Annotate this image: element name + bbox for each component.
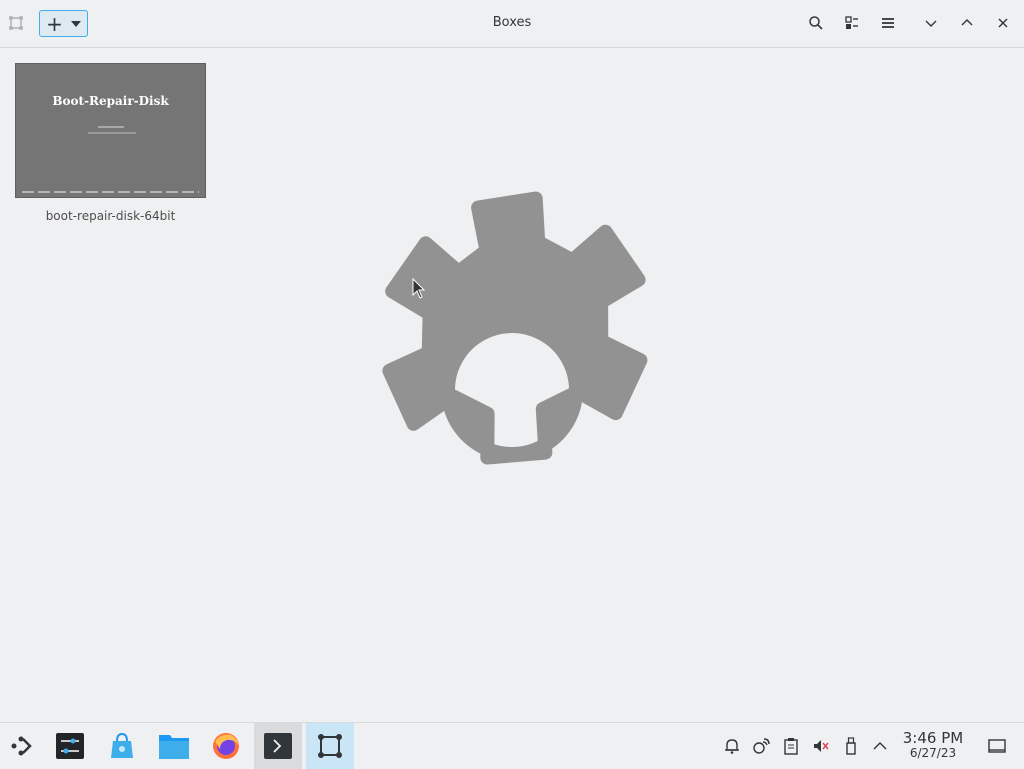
volume-muted-icon[interactable] <box>812 737 830 755</box>
boxes-window: + Boxes Boot-Repair-Disk boot-repair-dis… <box>0 0 1024 722</box>
konsole-icon[interactable] <box>254 723 302 769</box>
dolphin-icon[interactable] <box>150 723 198 769</box>
box-thumbnail[interactable]: Boot-Repair-Disk <box>15 63 206 198</box>
show-desktop-icon[interactable] <box>988 737 1006 755</box>
taskbar: 3:46 PM 6/27/23 <box>0 722 1024 769</box>
notifications-icon[interactable] <box>723 737 741 755</box>
mouse-cursor-icon <box>412 278 426 299</box>
clock-time: 3:46 PM <box>902 729 964 747</box>
box-name-label[interactable]: boot-repair-disk-64bit <box>15 209 206 223</box>
minimize-icon[interactable] <box>922 14 940 32</box>
chevron-up-icon[interactable] <box>871 737 889 755</box>
thumbnail-title: Boot-Repair-Disk <box>52 94 169 108</box>
maximize-icon[interactable] <box>958 14 976 32</box>
system-settings-icon[interactable] <box>46 723 94 769</box>
network-icon[interactable] <box>752 737 770 755</box>
thumbnail-text-line <box>98 126 124 128</box>
hamburger-menu-icon[interactable] <box>879 14 897 32</box>
close-icon[interactable] <box>994 14 1012 32</box>
gear-icon <box>382 191 648 465</box>
selection-mode-icon[interactable] <box>843 14 861 32</box>
firefox-icon[interactable] <box>202 723 250 769</box>
discover-icon[interactable] <box>98 723 146 769</box>
thumbnail-boot-menu <box>22 191 199 193</box>
usb-device-icon[interactable] <box>842 737 860 755</box>
title-bar[interactable]: + Boxes <box>0 0 1024 48</box>
digital-clock[interactable]: 3:46 PM 6/27/23 <box>896 730 970 760</box>
window-title: Boxes <box>492 15 532 30</box>
clock-date: 6/27/23 <box>909 746 957 760</box>
application-launcher-icon[interactable] <box>0 723 44 769</box>
boxes-icon[interactable] <box>306 723 354 769</box>
search-icon[interactable] <box>807 14 825 32</box>
clipboard-icon[interactable] <box>782 737 800 755</box>
thumbnail-text-line <box>88 132 136 134</box>
